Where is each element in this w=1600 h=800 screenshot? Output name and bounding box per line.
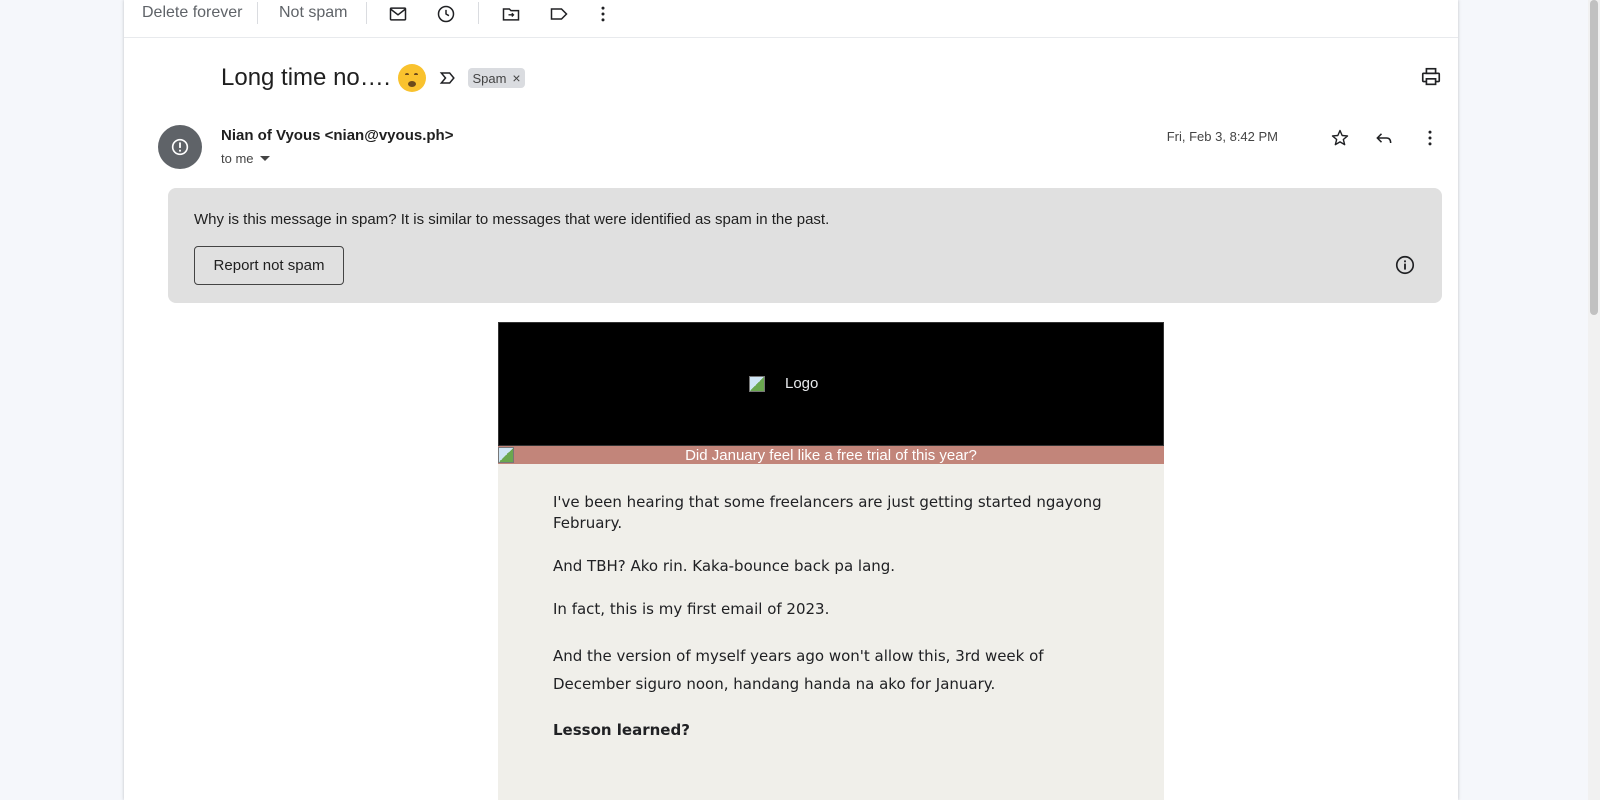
- mail-icon[interactable]: [386, 2, 410, 26]
- shushing-face-emoji-icon: [398, 64, 427, 92]
- report-not-spam-button[interactable]: Report not spam: [194, 246, 344, 285]
- page-scrollbar[interactable]: [1588, 0, 1600, 800]
- spam-label-chip: Spam ×: [468, 68, 525, 88]
- toolbar: Delete forever Not spam: [124, 0, 1458, 38]
- recipient-details[interactable]: to me: [221, 151, 270, 166]
- label-icon[interactable]: [547, 2, 571, 26]
- not-spam-button[interactable]: Not spam: [279, 4, 347, 22]
- important-marker-icon[interactable]: [438, 68, 458, 88]
- message-date: Fri, Feb 3, 8:42 PM: [1166, 129, 1278, 144]
- print-icon[interactable]: [1420, 66, 1442, 88]
- email-headline-strip: Did January feel like a free trial of th…: [498, 446, 1164, 464]
- spam-reason-text: Why is this message in spam? It is simil…: [194, 211, 830, 228]
- reply-icon[interactable]: [1372, 126, 1396, 150]
- scrollbar-thumb[interactable]: [1590, 0, 1598, 315]
- toolbar-divider: [366, 2, 367, 24]
- move-to-icon[interactable]: [499, 2, 523, 26]
- lesson-heading: Lesson learned?: [553, 721, 690, 739]
- body-paragraph: And TBH? Ako rin. Kaka-bounce back pa la…: [553, 557, 896, 575]
- subject-row: Long time no…. Spam ×: [221, 64, 525, 92]
- email-header-banner: Logo: [498, 322, 1164, 446]
- delete-forever-button[interactable]: Delete forever: [142, 4, 243, 22]
- sender-avatar: [158, 125, 202, 169]
- email-subject: Long time no….: [221, 64, 391, 91]
- email-text-body: I've been hearing that some freelancers …: [498, 464, 1164, 800]
- logo-alt-text: Logo: [785, 375, 819, 392]
- info-icon[interactable]: [1394, 254, 1416, 276]
- broken-image-icon: [498, 447, 514, 463]
- more-vert-icon[interactable]: [591, 2, 615, 26]
- headline-text: Did January feel like a free trial of th…: [685, 446, 977, 464]
- toolbar-divider: [257, 2, 258, 24]
- sender-name: Nian of Vyous <nian@vyous.ph>: [221, 127, 454, 144]
- body-paragraph: In fact, this is my first email of 2023.: [553, 600, 830, 618]
- email-content: Logo Did January feel like a free trial …: [498, 322, 1164, 800]
- broken-image-icon: [749, 375, 765, 392]
- more-vert-icon[interactable]: [1418, 126, 1442, 150]
- spam-warning-banner: Why is this message in spam? It is simil…: [168, 188, 1442, 303]
- recipient-text: to me: [221, 151, 254, 166]
- spam-label-text: Spam: [472, 70, 507, 86]
- chevron-down-icon[interactable]: [259, 156, 270, 161]
- toolbar-divider: [478, 2, 479, 24]
- remove-label-icon[interactable]: ×: [512, 70, 520, 86]
- star-icon[interactable]: [1328, 126, 1352, 150]
- body-paragraph: And the version of myself years ago won'…: [553, 647, 1044, 693]
- email-view: Delete forever Not spam Long time no…. S…: [124, 0, 1458, 800]
- body-paragraph: I've been hearing that some freelancers …: [553, 493, 1102, 532]
- clock-icon[interactable]: [434, 2, 458, 26]
- logo-image: Logo: [749, 375, 818, 392]
- alert-icon: [171, 138, 189, 156]
